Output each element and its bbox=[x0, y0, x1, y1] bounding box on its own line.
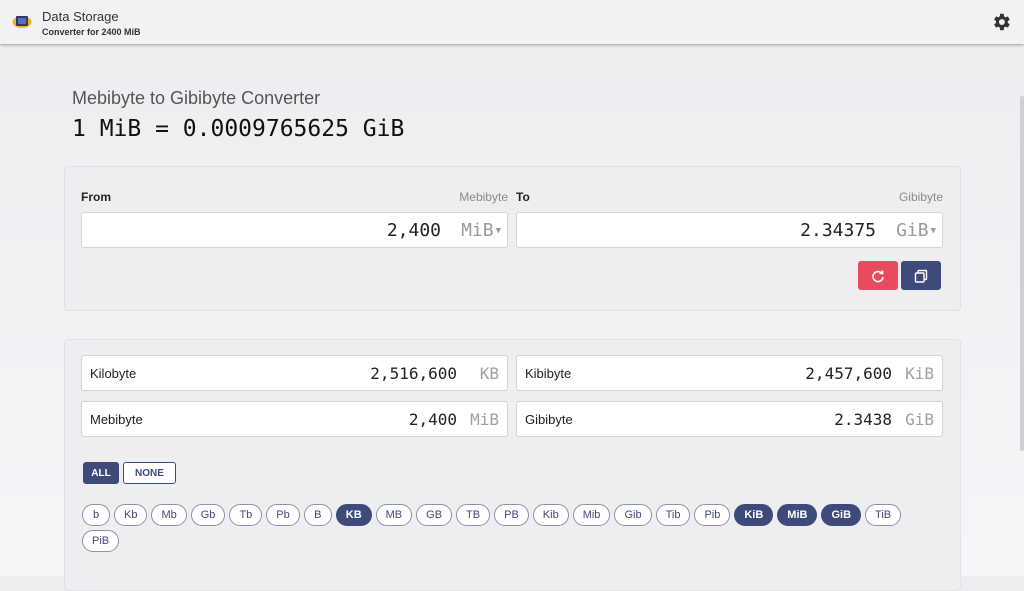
result-name: Kibibyte bbox=[525, 366, 572, 381]
result-unit: MiB bbox=[470, 410, 499, 429]
result-unit: KiB bbox=[905, 364, 934, 383]
unit-chip[interactable]: Gb bbox=[190, 504, 226, 526]
scrollbar[interactable] bbox=[1018, 44, 1024, 576]
unit-chip[interactable]: Mib bbox=[572, 504, 611, 526]
conversion-formula: 1 MiB = 0.0009765625 GiB bbox=[72, 116, 405, 142]
result-unit: GiB bbox=[905, 410, 934, 429]
unit-chip[interactable]: KB bbox=[335, 504, 372, 526]
unit-chip[interactable]: Mb bbox=[151, 504, 187, 526]
app-subtitle: Converter for 2400 MiB bbox=[42, 27, 141, 37]
result-value: 2,400 bbox=[408, 410, 457, 429]
app-title: Data Storage bbox=[42, 9, 119, 24]
select-none-button[interactable]: NONE bbox=[123, 462, 176, 484]
unit-chip[interactable]: MiB bbox=[777, 504, 818, 526]
unit-chip[interactable]: b bbox=[82, 504, 110, 526]
gear-icon[interactable] bbox=[990, 11, 1012, 33]
unit-chip[interactable]: Kib bbox=[532, 504, 569, 526]
unit-chip[interactable]: GiB bbox=[821, 504, 862, 526]
to-unit-label: GiB bbox=[896, 220, 929, 241]
copy-button[interactable] bbox=[901, 261, 941, 290]
result-name: Mebibyte bbox=[90, 412, 143, 427]
storage-drive-icon bbox=[12, 16, 32, 28]
result-mebibyte: Mebibyte 2,400 MiB bbox=[81, 401, 508, 437]
from-label: From bbox=[81, 190, 111, 204]
from-unit-select[interactable]: MiB ▼ bbox=[461, 220, 501, 241]
unit-chip[interactable]: GB bbox=[416, 504, 453, 526]
result-gibibyte: Gibibyte 2.3438 GiB bbox=[516, 401, 943, 437]
to-value[interactable]: 2.34375 bbox=[800, 220, 876, 241]
unit-chip[interactable]: Pib bbox=[694, 504, 731, 526]
result-value: 2.3438 bbox=[834, 410, 892, 429]
page-title: Mebibyte to Gibibyte Converter bbox=[72, 88, 321, 108]
to-unit-hint: Gibibyte bbox=[898, 190, 943, 204]
result-value: 2,516,600 bbox=[370, 364, 457, 383]
result-name: Kilobyte bbox=[90, 366, 137, 381]
to-unit-select[interactable]: GiB ▼ bbox=[896, 220, 936, 241]
result-unit: KB bbox=[479, 364, 499, 383]
unit-chip[interactable]: KiB bbox=[734, 504, 774, 526]
from-input[interactable]: 2,400 MiB ▼ bbox=[81, 212, 508, 248]
caret-down-icon: ▼ bbox=[495, 226, 501, 236]
from-unit-label: MiB bbox=[461, 220, 494, 241]
unit-chip[interactable]: PiB bbox=[82, 530, 120, 552]
unit-chip[interactable]: B bbox=[303, 504, 332, 526]
unit-chip[interactable]: Pb bbox=[266, 504, 300, 526]
scrollbar-thumb[interactable] bbox=[1020, 96, 1024, 451]
unit-chip[interactable]: Tb bbox=[229, 504, 263, 526]
unit-chip[interactable]: TiB bbox=[865, 504, 902, 526]
to-label: To bbox=[516, 190, 530, 204]
result-value: 2,457,600 bbox=[805, 364, 892, 383]
app-bar: Data Storage Converter for 2400 MiB bbox=[0, 0, 1024, 44]
to-input[interactable]: 2.34375 GiB ▼ bbox=[516, 212, 943, 248]
unit-chip[interactable]: PB bbox=[494, 504, 529, 526]
result-kilobyte: Kilobyte 2,516,600 KB bbox=[81, 355, 508, 391]
unit-chip[interactable]: Kb bbox=[114, 504, 148, 526]
refresh-icon bbox=[872, 270, 884, 282]
from-unit-hint: Mebibyte bbox=[459, 190, 508, 204]
unit-chip[interactable]: Gib bbox=[614, 504, 652, 526]
unit-chip-list: b Kb Mb Gb Tb Pb B KB MB GB TB PB Kib Mib Gib Tib Pib KiB… bbox=[82, 504, 912, 552]
unit-chip[interactable]: TB bbox=[456, 504, 491, 526]
copy-icon bbox=[914, 269, 928, 283]
unit-chip[interactable]: MB bbox=[375, 504, 413, 526]
from-value[interactable]: 2,400 bbox=[387, 220, 441, 241]
result-name: Gibibyte bbox=[525, 412, 573, 427]
caret-down-icon: ▼ bbox=[930, 226, 936, 236]
unit-chip[interactable]: Tib bbox=[655, 504, 691, 526]
reset-button[interactable] bbox=[858, 261, 898, 290]
select-all-button[interactable]: ALL bbox=[83, 462, 119, 484]
result-kibibyte: Kibibyte 2,457,600 KiB bbox=[516, 355, 943, 391]
